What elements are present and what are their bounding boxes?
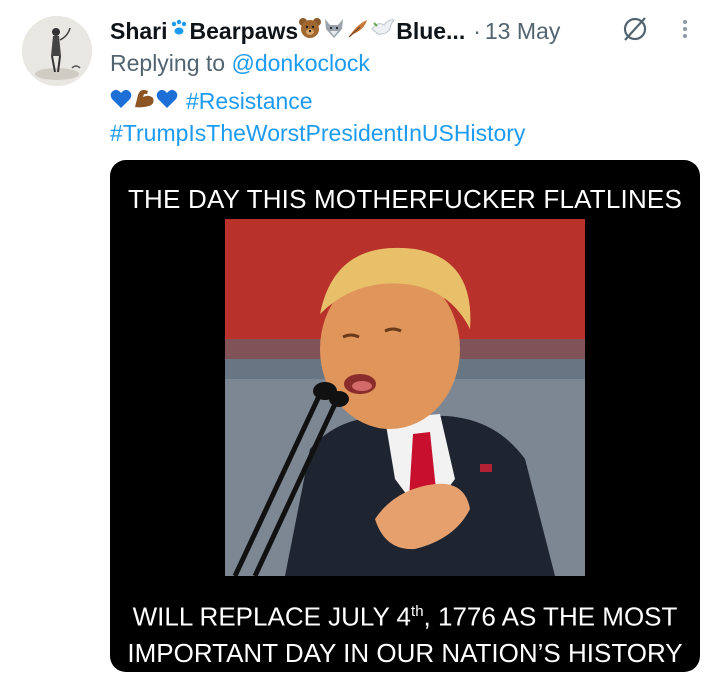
more-icon[interactable] <box>670 14 700 44</box>
media-bottom-caption: WILL REPLACE JULY 4th, 1776 AS THE MOST … <box>110 594 700 671</box>
media-top-caption: THE DAY THIS MOTHERFUCKER FLATLINES <box>127 184 683 214</box>
author-name-2[interactable]: Bearpaws <box>190 18 299 45</box>
separator: · <box>473 17 481 44</box>
author-name-3[interactable]: Blue... <box>396 18 465 45</box>
bear-face-icon <box>298 17 322 45</box>
bottom-caption-part-a: WILL REPLACE JULY 4 <box>132 601 412 632</box>
wolf-face-icon <box>322 17 346 45</box>
replying-prefix: Replying to <box>110 50 226 76</box>
replying-handle-link[interactable]: @donkoclock <box>231 50 369 76</box>
dove-icon <box>370 17 396 45</box>
flexed-biceps-icon <box>132 87 156 115</box>
bottom-caption-line-2: IMPORTANT DAY IN OUR NATION’S HISTORY <box>127 637 683 668</box>
tweet-header: Shari Bearpaws Blue... · 13 May <box>110 14 700 48</box>
timestamp[interactable]: 13 May <box>485 18 560 45</box>
replying-to: Replying to @donkoclock <box>110 50 370 77</box>
author-name[interactable]: Shari <box>110 18 168 45</box>
blue-heart-icon <box>156 88 178 115</box>
avatar[interactable] <box>22 16 92 86</box>
paw-prints-icon <box>168 17 190 45</box>
blue-heart-icon <box>110 88 132 115</box>
feather-icon <box>346 17 370 45</box>
meme-photo <box>225 219 585 576</box>
bottom-caption-part-b: , 1776 AS THE MOST <box>423 601 678 632</box>
tweet-media-image[interactable]: THE DAY THIS MOTHERFUCKER FLATLINES WILL… <box>110 160 700 672</box>
bottom-caption-superscript: th <box>411 603 424 620</box>
hashtag-trump-link[interactable]: #TrumpIsTheWorstPresidentInUSHistory <box>110 120 525 146</box>
tweet-text-line-1: #Resistance <box>110 87 313 115</box>
grok-icon[interactable] <box>620 14 650 44</box>
hashtag-resistance-link[interactable]: #Resistance <box>186 88 313 115</box>
tweet-text-line-2: #TrumpIsTheWorstPresidentInUSHistory <box>110 120 525 147</box>
